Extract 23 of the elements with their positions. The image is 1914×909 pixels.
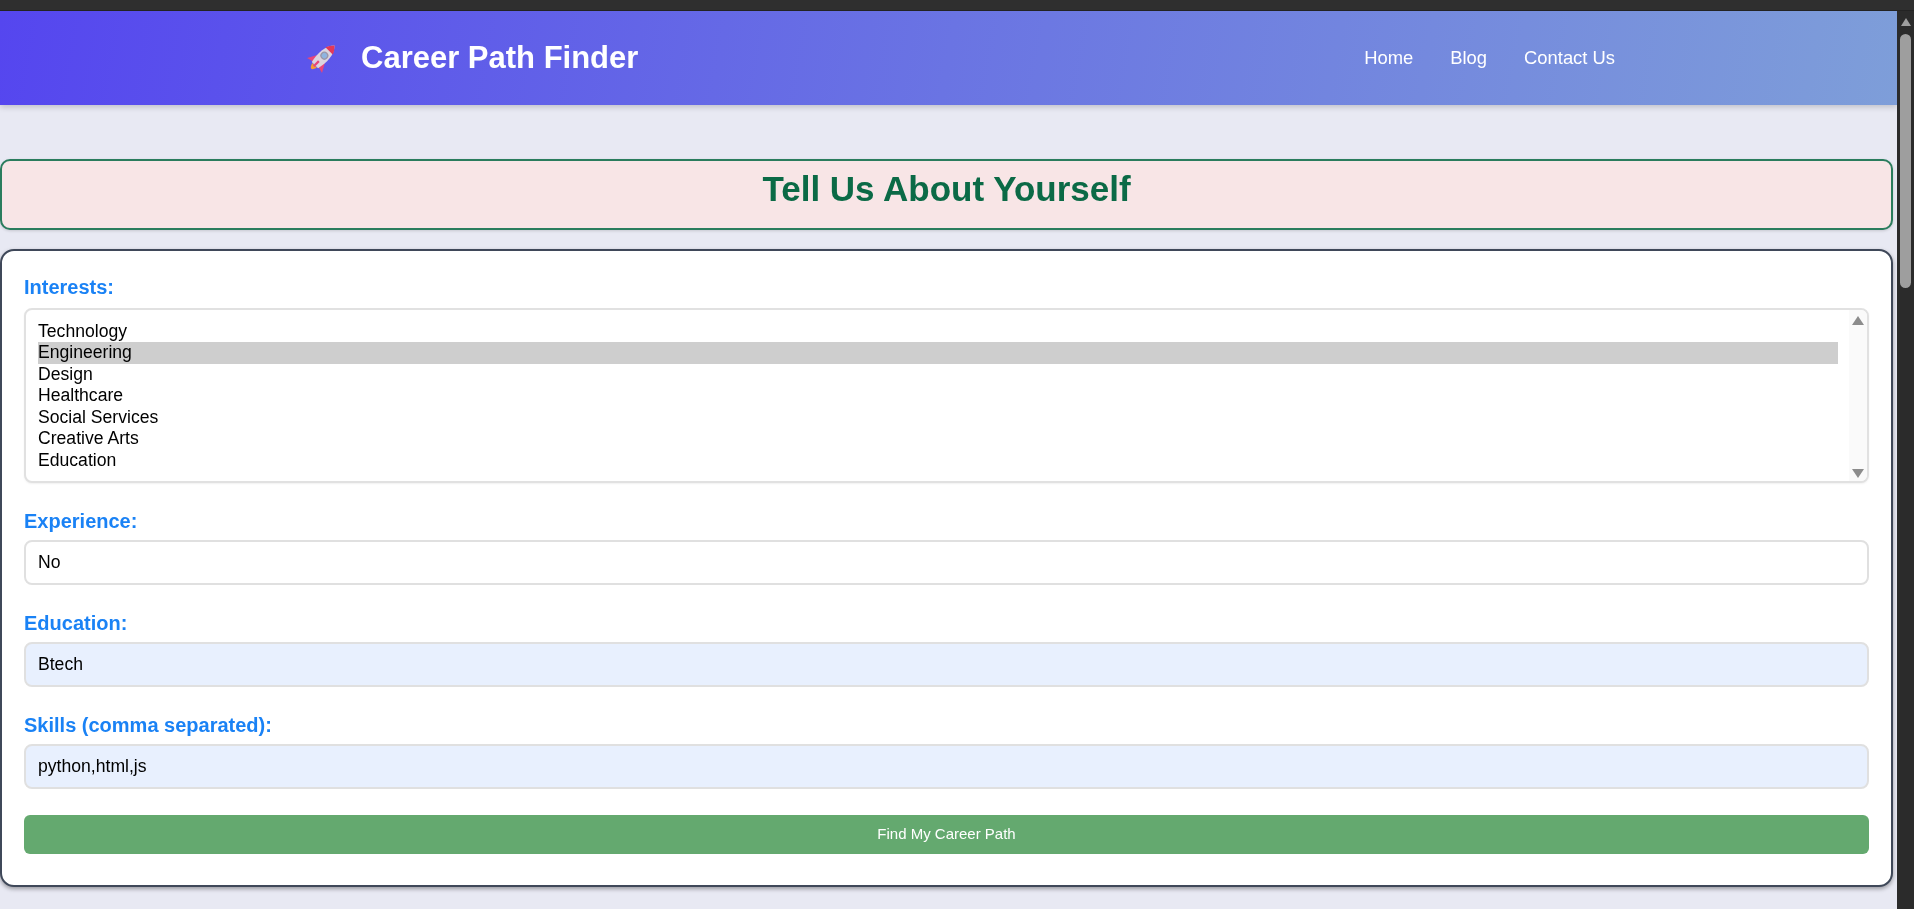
input-field[interactable]: No [24, 540, 1869, 585]
list-option[interactable]: Engineering [38, 342, 1838, 364]
list-option[interactable]: Healthcare [38, 385, 1838, 407]
page-scrollbar[interactable] [1897, 11, 1914, 909]
list-option[interactable]: Technology [38, 320, 1838, 342]
field-label: Experience: [24, 509, 138, 533]
list-option[interactable]: Design [38, 363, 1838, 385]
listbox-scrollbar[interactable] [1849, 310, 1867, 481]
scroll-down-arrow-icon[interactable] [1852, 469, 1864, 478]
list-option[interactable]: Social Services [38, 406, 1838, 428]
brand-name: Career Path Finder [361, 40, 639, 76]
input-field[interactable]: python,html,js [24, 744, 1869, 789]
interests-listbox[interactable]: Technology Engineering Design Healthcare Social Services Creative Arts Education [24, 308, 1869, 483]
scroll-up-arrow-icon[interactable] [1852, 316, 1864, 325]
field-label: Interests: [24, 275, 115, 299]
field-label: Skills (comma separated): [24, 713, 272, 737]
list-option[interactable]: Education [38, 449, 1838, 471]
list-option[interactable]: Creative Arts [38, 428, 1838, 450]
page-title: Tell Us About Yourself [762, 169, 1131, 209]
field-label: Education: [24, 611, 128, 635]
scroll-thumb[interactable] [1900, 34, 1911, 288]
scroll-up-arrow-icon[interactable] [1900, 18, 1911, 26]
input-field[interactable]: Btech [24, 642, 1869, 687]
